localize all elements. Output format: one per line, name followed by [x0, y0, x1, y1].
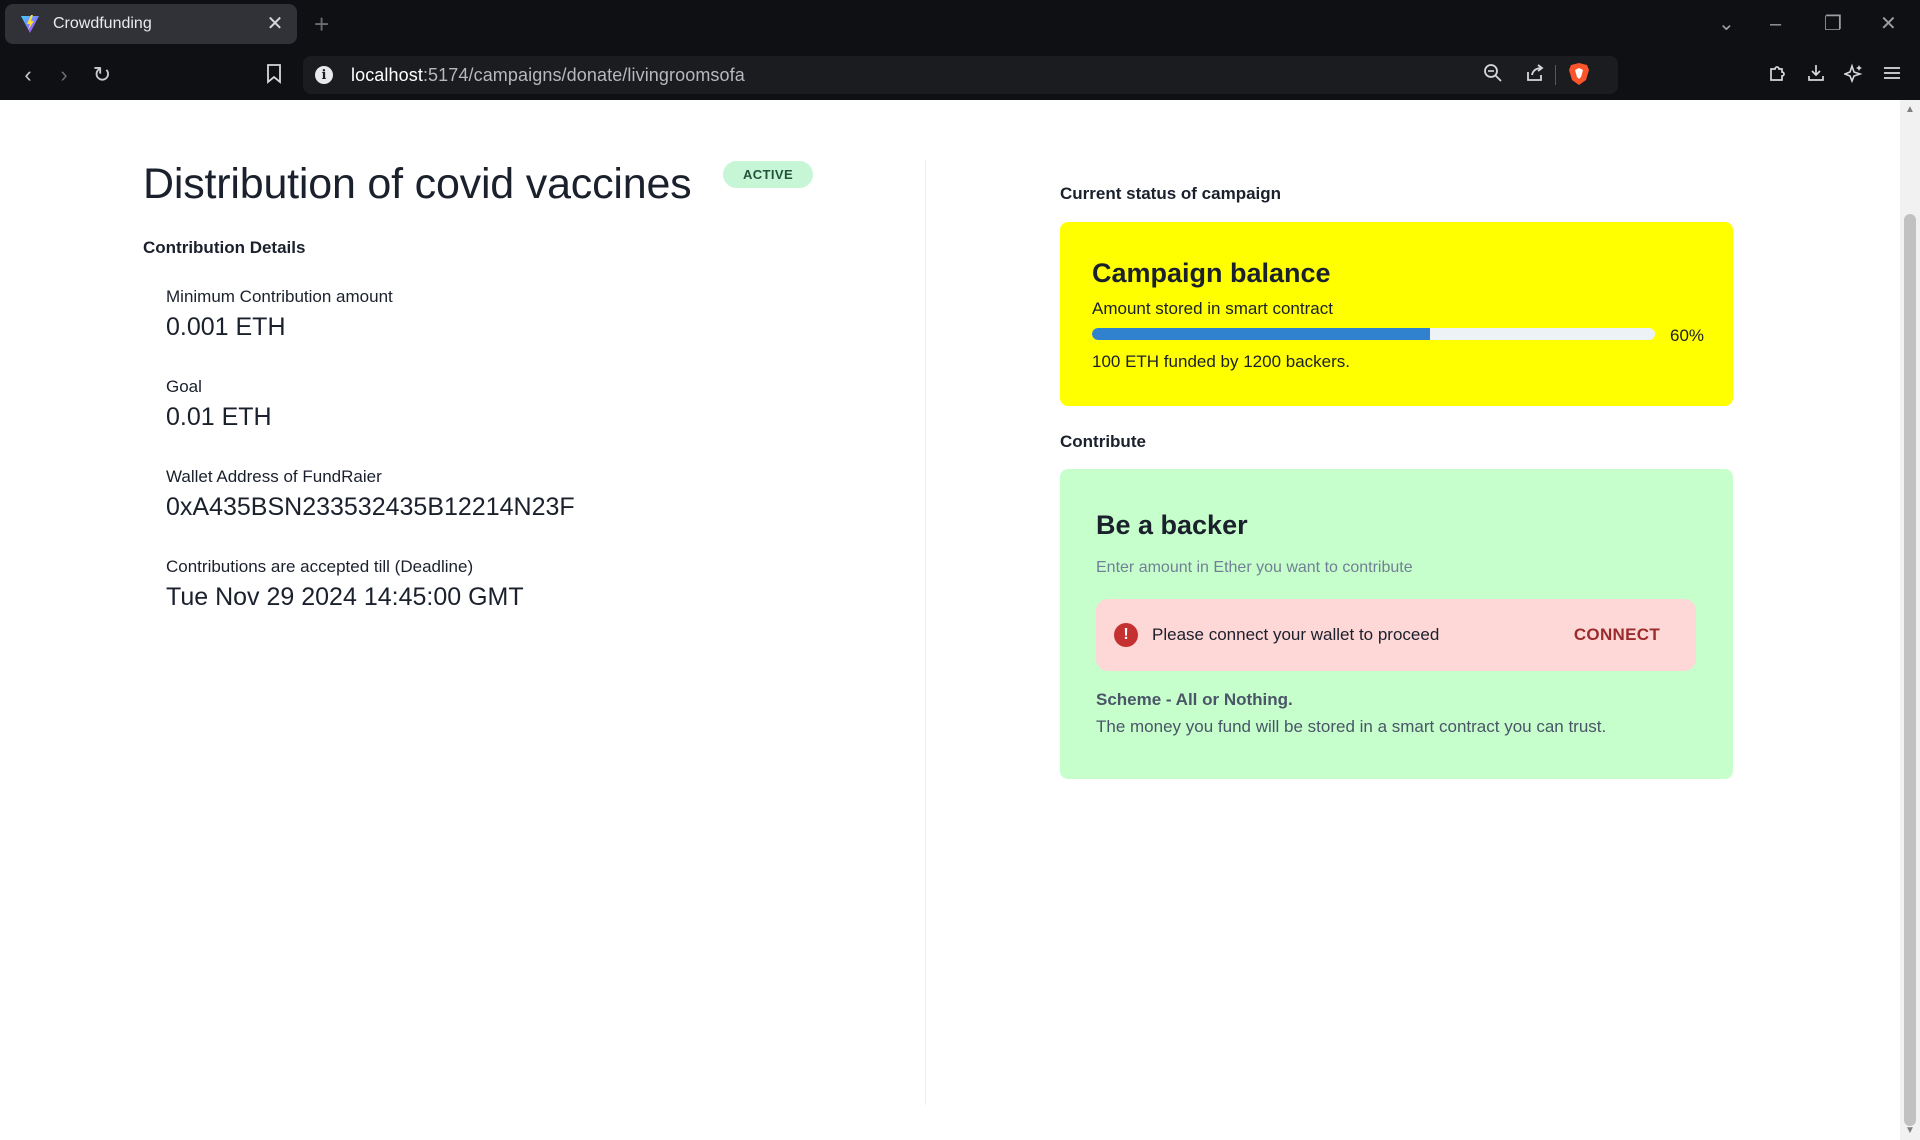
status-badge: ACTIVE	[723, 161, 813, 188]
scheme-title: Scheme - All or Nothing.	[1096, 690, 1293, 709]
address-bar[interactable]: i localhost:5174/campaigns/donate/living…	[303, 56, 1618, 94]
alert-message: Please connect your wallet to proceed	[1152, 625, 1440, 644]
leo-ai-icon[interactable]	[1842, 63, 1864, 89]
min-contribution-stat: Minimum Contribution amount 0.001 ETH	[166, 287, 393, 342]
restore-icon[interactable]: ❐	[1824, 12, 1842, 36]
stat-value: Tue Nov 29 2024 14:45:00 GMT	[166, 583, 524, 611]
brave-shield-icon[interactable]	[1568, 62, 1592, 88]
browser-tab-bar: Crowdfunding ✕ + ⌄ – ❐ ✕	[0, 0, 1920, 50]
window-close-icon[interactable]: ✕	[1880, 12, 1897, 36]
current-status-heading: Current status of campaign	[1060, 184, 1282, 203]
connect-wallet-alert: ! Please connect your wallet to proceed …	[1096, 599, 1696, 671]
scroll-down-arrow-icon[interactable]: ▼	[1905, 1125, 1915, 1136]
extensions-icon[interactable]	[1768, 63, 1788, 89]
scheme-description: The money you fund will be stored in a s…	[1096, 717, 1607, 736]
site-info-icon[interactable]: i	[315, 66, 333, 84]
scroll-thumb[interactable]	[1904, 214, 1916, 1126]
backer-title: Be a backer	[1096, 510, 1248, 540]
stat-label: Goal	[166, 377, 202, 396]
browser-toolbar: ‹ › ↻ i localhost:5174/campaigns/donate/…	[0, 50, 1920, 100]
stat-label: Wallet Address of FundRaier	[166, 467, 382, 486]
funded-summary: 100 ETH funded by 1200 backers.	[1092, 352, 1350, 371]
progress-percent-label: 60%	[1670, 326, 1705, 345]
deadline-stat: Contributions are accepted till (Deadlin…	[166, 557, 524, 612]
page-scrollbar[interactable]: ▲ ▼	[1900, 100, 1920, 1140]
wallet-address-stat: Wallet Address of FundRaier 0xA435BSN233…	[166, 467, 575, 522]
funding-progress-bar	[1092, 328, 1655, 340]
connect-wallet-button[interactable]: CONNECT	[1556, 619, 1678, 651]
bookmark-icon[interactable]	[260, 64, 288, 90]
page-viewport: Distribution of covid vaccines ACTIVE Co…	[0, 100, 1900, 1140]
tab-list-chevron-icon[interactable]: ⌄	[1718, 12, 1735, 36]
campaign-balance-card: Campaign balance Amount stored in smart …	[1060, 222, 1733, 406]
zoom-icon[interactable]	[1483, 63, 1503, 89]
share-icon[interactable]	[1525, 63, 1545, 89]
goal-stat: Goal 0.01 ETH	[166, 377, 272, 432]
forward-icon[interactable]: ›	[50, 63, 78, 87]
backer-card: Be a backer Enter amount in Ether you wa…	[1060, 469, 1733, 779]
page-title: Distribution of covid vaccines	[143, 160, 692, 208]
stat-label: Contributions are accepted till (Deadlin…	[166, 557, 474, 576]
url-text[interactable]: localhost:5174/campaigns/donate/livingro…	[351, 65, 745, 86]
tab-title: Crowdfunding	[53, 15, 152, 32]
stat-label: Minimum Contribution amount	[166, 287, 393, 306]
minimize-icon[interactable]: –	[1770, 12, 1781, 36]
downloads-icon[interactable]	[1806, 63, 1826, 89]
contribution-details-heading: Contribution Details	[143, 238, 306, 257]
tab-close-icon[interactable]: ✕	[265, 14, 285, 34]
reload-icon[interactable]: ↻	[88, 63, 116, 87]
amount-hint: Enter amount in Ether you want to contri…	[1096, 559, 1413, 576]
toolbar-separator	[1555, 65, 1556, 85]
menu-icon[interactable]	[1882, 63, 1902, 89]
new-tab-button[interactable]: +	[314, 10, 329, 38]
scroll-up-arrow-icon[interactable]: ▲	[1905, 104, 1915, 115]
back-icon[interactable]: ‹	[14, 63, 42, 87]
stat-value: 0xA435BSN233532435B12214N23F	[166, 493, 575, 521]
balance-title: Campaign balance	[1092, 258, 1331, 288]
stat-value: 0.001 ETH	[166, 313, 286, 341]
balance-subtitle: Amount stored in smart contract	[1092, 299, 1333, 318]
vite-logo-icon	[19, 13, 41, 35]
column-divider	[925, 160, 926, 1105]
funding-progress-fill	[1092, 328, 1430, 340]
contribute-heading: Contribute	[1060, 432, 1146, 451]
stat-value: 0.01 ETH	[166, 403, 272, 431]
error-icon: !	[1114, 623, 1138, 647]
browser-tab[interactable]: Crowdfunding ✕	[5, 4, 297, 44]
